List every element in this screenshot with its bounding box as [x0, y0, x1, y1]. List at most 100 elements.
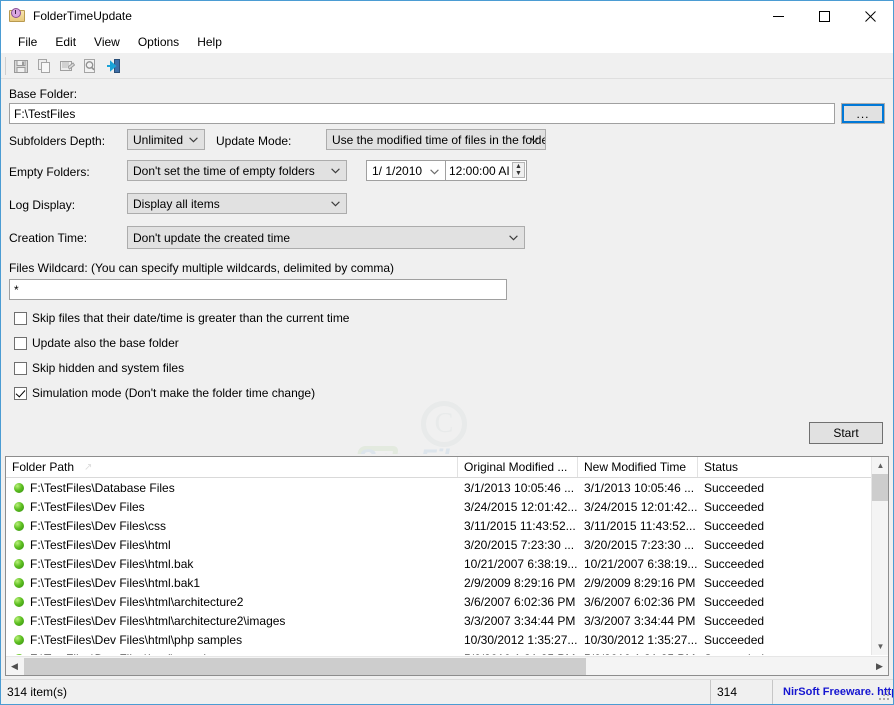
- checkbox-simulation-mode[interactable]: Simulation mode (Don't make the folder t…: [14, 386, 315, 400]
- resize-grip-icon[interactable]: [879, 690, 891, 702]
- column-header-folder-path[interactable]: Folder Path ↗: [6, 457, 458, 477]
- checkbox-box[interactable]: [14, 336, 27, 350]
- status-bullet-icon: [14, 482, 24, 493]
- cell-status: Succeeded: [704, 594, 765, 609]
- minimize-button[interactable]: [755, 1, 801, 31]
- window-title: FolderTimeUpdate: [33, 9, 132, 23]
- menu-help[interactable]: Help: [188, 33, 231, 51]
- status-bullet-icon: [14, 520, 24, 531]
- table-row[interactable]: F:\TestFiles\Dev Files 3/24/2015 12:01:4…: [6, 497, 888, 516]
- properties-icon[interactable]: [55, 55, 78, 77]
- column-header-new-modified[interactable]: New Modified Time: [578, 457, 698, 477]
- empty-folders-time-picker[interactable]: 12:00:00 AI ▲ ▼: [445, 160, 527, 181]
- status-nirsoft-link[interactable]: NirSoft Freeware. http: [773, 680, 893, 704]
- table-row[interactable]: F:\TestFiles\Dev Files\html\architecture…: [6, 592, 888, 611]
- table-row[interactable]: F:\TestFiles\Database Files 3/1/2013 10:…: [6, 478, 888, 497]
- table-row[interactable]: F:\TestFiles\Dev Files\html.bak1 2/9/200…: [6, 573, 888, 592]
- table-row[interactable]: F:\TestFiles\Dev Files\html.bak 10/21/20…: [6, 554, 888, 573]
- horizontal-scrollbar[interactable]: ◀ ▶: [6, 656, 888, 675]
- menu-edit[interactable]: Edit: [46, 33, 85, 51]
- checkbox-box[interactable]: [14, 386, 27, 400]
- list-header: Folder Path ↗ Original Modified ... New …: [6, 457, 888, 478]
- menu-file[interactable]: File: [9, 33, 46, 51]
- exit-icon[interactable]: [101, 55, 124, 77]
- find-icon[interactable]: [78, 55, 101, 77]
- spinner-up[interactable]: ▲: [513, 163, 524, 170]
- wildcard-input[interactable]: *: [9, 279, 507, 300]
- chevron-down-icon: [331, 200, 340, 207]
- table-row[interactable]: F:\TestFiles\Dev Files\css 3/11/2015 11:…: [6, 516, 888, 535]
- cell-folder-path: F:\TestFiles\Dev Files\html\architecture…: [30, 613, 286, 628]
- menu-view[interactable]: View: [85, 33, 129, 51]
- settings-panel: C SnapFiles Base Folder: F:\TestFiles ..…: [1, 79, 893, 454]
- save-icon[interactable]: [9, 55, 32, 77]
- base-folder-input[interactable]: F:\TestFiles: [9, 103, 835, 124]
- close-button[interactable]: [847, 1, 893, 31]
- table-row[interactable]: F:\TestFiles\Dev Files\html\architecture…: [6, 611, 888, 630]
- log-display-select[interactable]: Display all items: [127, 193, 347, 214]
- chevron-down-icon: [331, 167, 340, 174]
- column-header-status[interactable]: Status: [698, 457, 872, 477]
- table-row[interactable]: F:\TestFiles\Dev Files\html 3/20/2015 7:…: [6, 535, 888, 554]
- checkbox-update-base-folder[interactable]: Update also the base folder: [14, 336, 179, 350]
- cell-original-modified: 3/1/2013 10:05:46 ...: [464, 480, 575, 495]
- menu-options[interactable]: Options: [129, 33, 188, 51]
- table-row[interactable]: F:\TestFiles\Dev Files\html\sample 5/6/2…: [6, 649, 888, 655]
- checkbox-label: Simulation mode (Don't make the folder t…: [32, 386, 316, 400]
- creation-time-select[interactable]: Don't update the created time: [127, 226, 525, 249]
- time-spinner[interactable]: ▲ ▼: [512, 162, 525, 178]
- checkbox-label: Skip files that their date/time is great…: [32, 311, 350, 325]
- scroll-down-icon[interactable]: ▼: [872, 638, 888, 655]
- cell-new-modified: 5/6/2010 1:31:25 PM: [578, 649, 698, 656]
- status-bullet-icon: [14, 634, 24, 645]
- spinner-down[interactable]: ▼: [513, 170, 524, 177]
- start-button[interactable]: Start: [809, 422, 883, 444]
- status-bullet-icon: [14, 653, 24, 655]
- window-controls: [755, 1, 893, 31]
- checkbox-skip-hidden-system[interactable]: Skip hidden and system files: [14, 361, 184, 375]
- list-body[interactable]: F:\TestFiles\Database Files 3/1/2013 10:…: [6, 478, 888, 655]
- table-row[interactable]: F:\TestFiles\Dev Files\html\php samples …: [6, 630, 888, 649]
- cell-folder-path: F:\TestFiles\Dev Files\html\php samples: [30, 632, 243, 647]
- cell-status: Succeeded: [704, 575, 765, 590]
- chevron-down-icon: [430, 164, 439, 178]
- status-bar: 314 item(s) 314 NirSoft Freeware. http: [1, 679, 893, 704]
- cell-folder-path: F:\TestFiles\Database Files: [30, 480, 175, 495]
- cell-folder-path: F:\TestFiles\Dev Files\html\architecture…: [30, 594, 244, 609]
- update-mode-value: Use the modified time of files in the fo…: [332, 132, 546, 147]
- status-bullet-icon: [14, 558, 24, 569]
- empty-folders-date-picker[interactable]: 1/ 1/2010: [366, 160, 446, 181]
- maximize-button[interactable]: [801, 1, 847, 31]
- update-mode-select[interactable]: Use the modified time of files in the fo…: [326, 129, 546, 150]
- cell-status: Succeeded: [704, 537, 765, 552]
- scroll-right-icon[interactable]: ▶: [871, 657, 888, 675]
- browse-button[interactable]: ...: [841, 103, 885, 124]
- subfolders-depth-label: Subfolders Depth:: [9, 134, 106, 148]
- checkbox-box[interactable]: [14, 311, 27, 325]
- checkbox-skip-future-files[interactable]: Skip files that their date/time is great…: [14, 311, 349, 325]
- cell-status: Succeeded: [704, 518, 765, 533]
- checkbox-label: Skip hidden and system files: [32, 361, 185, 375]
- empty-folders-time-value: 12:00:00 AI: [449, 163, 510, 178]
- column-label: Folder Path: [12, 460, 75, 474]
- scroll-up-icon[interactable]: ▲: [872, 457, 888, 474]
- empty-folders-select[interactable]: Don't set the time of empty folders: [127, 160, 347, 181]
- horizontal-scroll-thumb[interactable]: [24, 658, 586, 675]
- cell-original-modified: 3/24/2015 12:01:42...: [464, 499, 578, 514]
- empty-folders-date-value: 1/ 1/2010: [372, 163, 423, 178]
- scroll-left-icon[interactable]: ◀: [6, 657, 23, 675]
- chevron-down-icon: [530, 136, 539, 143]
- watermark-glyph: [352, 446, 400, 454]
- sort-ascending-icon: ↗: [84, 461, 93, 473]
- cell-original-modified: 3/3/2007 3:34:44 PM: [464, 613, 576, 628]
- cell-status: Succeeded: [704, 613, 765, 628]
- checkbox-box[interactable]: [14, 361, 27, 375]
- empty-folders-label: Empty Folders:: [9, 165, 90, 179]
- update-mode-label: Update Mode:: [216, 134, 292, 148]
- vertical-scroll-thumb[interactable]: [872, 474, 888, 501]
- copy-icon[interactable]: [32, 55, 55, 77]
- subfolders-depth-select[interactable]: Unlimited: [127, 129, 205, 150]
- column-header-original-modified[interactable]: Original Modified ...: [458, 457, 578, 477]
- log-display-value: Display all items: [133, 196, 220, 211]
- vertical-scrollbar[interactable]: ▲ ▼: [871, 457, 888, 655]
